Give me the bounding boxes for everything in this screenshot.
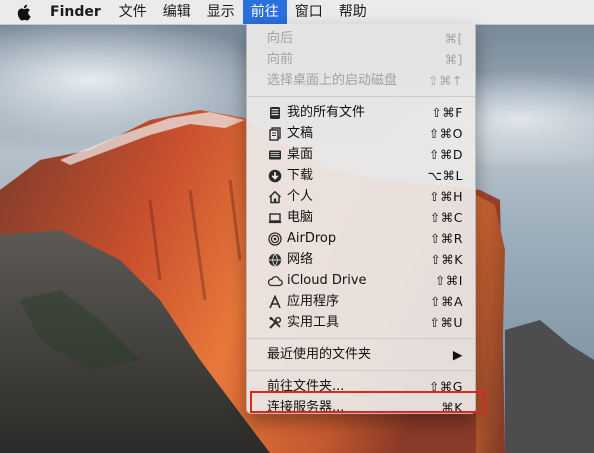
menu-separator bbox=[247, 370, 475, 371]
menu-item-icloud-drive[interactable]: iCloud Drive ⇧⌘I bbox=[247, 270, 475, 291]
menu-item-desktop[interactable]: 桌面 ⇧⌘D bbox=[247, 144, 475, 165]
apple-menu-icon[interactable] bbox=[14, 3, 32, 21]
menu-file[interactable]: 文件 bbox=[111, 0, 155, 24]
menu-item-label: 选择桌面上的启动磁盘 bbox=[267, 73, 398, 88]
utilities-icon bbox=[267, 315, 283, 331]
menu-bar: Finder 文件 编辑 显示 前往 窗口 帮助 bbox=[0, 0, 594, 25]
menu-item-applications[interactable]: 应用程序 ⇧⌘A bbox=[247, 291, 475, 312]
menu-item-go-to-folder[interactable]: 前往文件夹... ⇧⌘G bbox=[247, 376, 475, 397]
menu-item-connect-to-server[interactable]: 连接服务器... ⌘K bbox=[247, 397, 475, 418]
home-icon bbox=[267, 189, 283, 205]
menu-item-network[interactable]: 网络 ⇧⌘K bbox=[247, 249, 475, 270]
menu-item-shortcut: ⌥⌘L bbox=[427, 168, 463, 183]
menu-item-label: 网络 bbox=[287, 252, 314, 267]
menu-item-shortcut: ⇧⌘G bbox=[428, 379, 463, 394]
downloads-icon bbox=[267, 168, 283, 184]
menu-item-label: 个人 bbox=[287, 189, 314, 204]
menu-item-shortcut: ⌘] bbox=[444, 52, 463, 67]
network-icon bbox=[267, 252, 283, 268]
all-files-icon bbox=[267, 105, 283, 121]
menu-item-label: 实用工具 bbox=[287, 315, 340, 330]
documents-icon bbox=[267, 126, 283, 142]
menu-item-documents[interactable]: 文稿 ⇧⌘O bbox=[247, 123, 475, 144]
menu-item-utilities[interactable]: 实用工具 ⇧⌘U bbox=[247, 312, 475, 333]
menu-edit[interactable]: 编辑 bbox=[155, 0, 199, 24]
menu-window[interactable]: 窗口 bbox=[287, 0, 331, 24]
menu-item-all-my-files[interactable]: 我的所有文件 ⇧⌘F bbox=[247, 102, 475, 123]
menu-item-shortcut: ⌘[ bbox=[444, 31, 463, 46]
menu-item-forward[interactable]: 向前 ⌘] bbox=[247, 49, 475, 70]
menu-item-label: 桌面 bbox=[287, 147, 314, 162]
menu-item-label: 向后 bbox=[267, 31, 294, 46]
menu-item-label: 最近使用的文件夹 bbox=[267, 347, 372, 362]
menu-item-shortcut: ⌘K bbox=[441, 400, 463, 415]
airdrop-icon bbox=[267, 231, 283, 247]
menu-item-home[interactable]: 个人 ⇧⌘H bbox=[247, 186, 475, 207]
menu-item-select-startup-disk[interactable]: 选择桌面上的启动磁盘 ⇧⌘↑ bbox=[247, 70, 475, 91]
menu-app-finder[interactable]: Finder bbox=[44, 0, 111, 24]
menu-item-back[interactable]: 向后 ⌘[ bbox=[247, 28, 475, 49]
computer-icon bbox=[267, 210, 283, 226]
menu-item-shortcut: ⇧⌘U bbox=[429, 315, 463, 330]
menu-item-shortcut: ⇧⌘H bbox=[429, 189, 463, 204]
menu-item-label: iCloud Drive bbox=[287, 273, 367, 288]
menu-item-shortcut: ⇧⌘C bbox=[429, 210, 463, 225]
menu-item-shortcut: ⇧⌘F bbox=[431, 105, 463, 120]
submenu-arrow-icon: ▶ bbox=[452, 347, 463, 362]
menu-item-shortcut: ⇧⌘A bbox=[429, 294, 463, 309]
menu-item-computer[interactable]: 电脑 ⇧⌘C bbox=[247, 207, 475, 228]
menu-item-label: 我的所有文件 bbox=[287, 105, 366, 120]
menu-item-label: AirDrop bbox=[287, 231, 337, 246]
menu-item-shortcut: ⇧⌘O bbox=[428, 126, 463, 141]
menu-item-label: 连接服务器... bbox=[267, 400, 345, 415]
desktop-icon bbox=[267, 147, 283, 163]
menu-item-shortcut: ⇧⌘↑ bbox=[428, 73, 463, 88]
menu-item-shortcut: ⇧⌘R bbox=[429, 231, 463, 246]
menu-item-shortcut: ⇧⌘I bbox=[434, 273, 463, 288]
menu-item-recent-folders[interactable]: 最近使用的文件夹 ▶ bbox=[247, 344, 475, 365]
applications-icon bbox=[267, 294, 283, 310]
menu-item-label: 向前 bbox=[267, 52, 294, 67]
menu-separator bbox=[247, 96, 475, 97]
menu-go[interactable]: 前往 bbox=[242, 0, 287, 24]
menu-item-airdrop[interactable]: AirDrop ⇧⌘R bbox=[247, 228, 475, 249]
menu-item-shortcut: ⇧⌘D bbox=[428, 147, 463, 162]
menu-separator bbox=[247, 338, 475, 339]
menu-item-label: 电脑 bbox=[287, 210, 314, 225]
menu-item-label: 文稿 bbox=[287, 126, 314, 141]
menu-item-label: 前往文件夹... bbox=[267, 379, 345, 394]
menu-view[interactable]: 显示 bbox=[199, 0, 243, 24]
go-menu-dropdown: 向后 ⌘[ 向前 ⌘] 选择桌面上的启动磁盘 ⇧⌘↑ 我的所有文件 ⇧⌘F 文稿… bbox=[246, 24, 485, 415]
menu-item-shortcut: ⇧⌘K bbox=[430, 252, 463, 267]
icloud-icon bbox=[267, 273, 283, 289]
menu-item-label: 下载 bbox=[287, 168, 314, 183]
menu-item-label: 应用程序 bbox=[287, 294, 340, 309]
menu-help[interactable]: 帮助 bbox=[331, 0, 375, 24]
menu-item-downloads[interactable]: 下载 ⌥⌘L bbox=[247, 165, 475, 186]
